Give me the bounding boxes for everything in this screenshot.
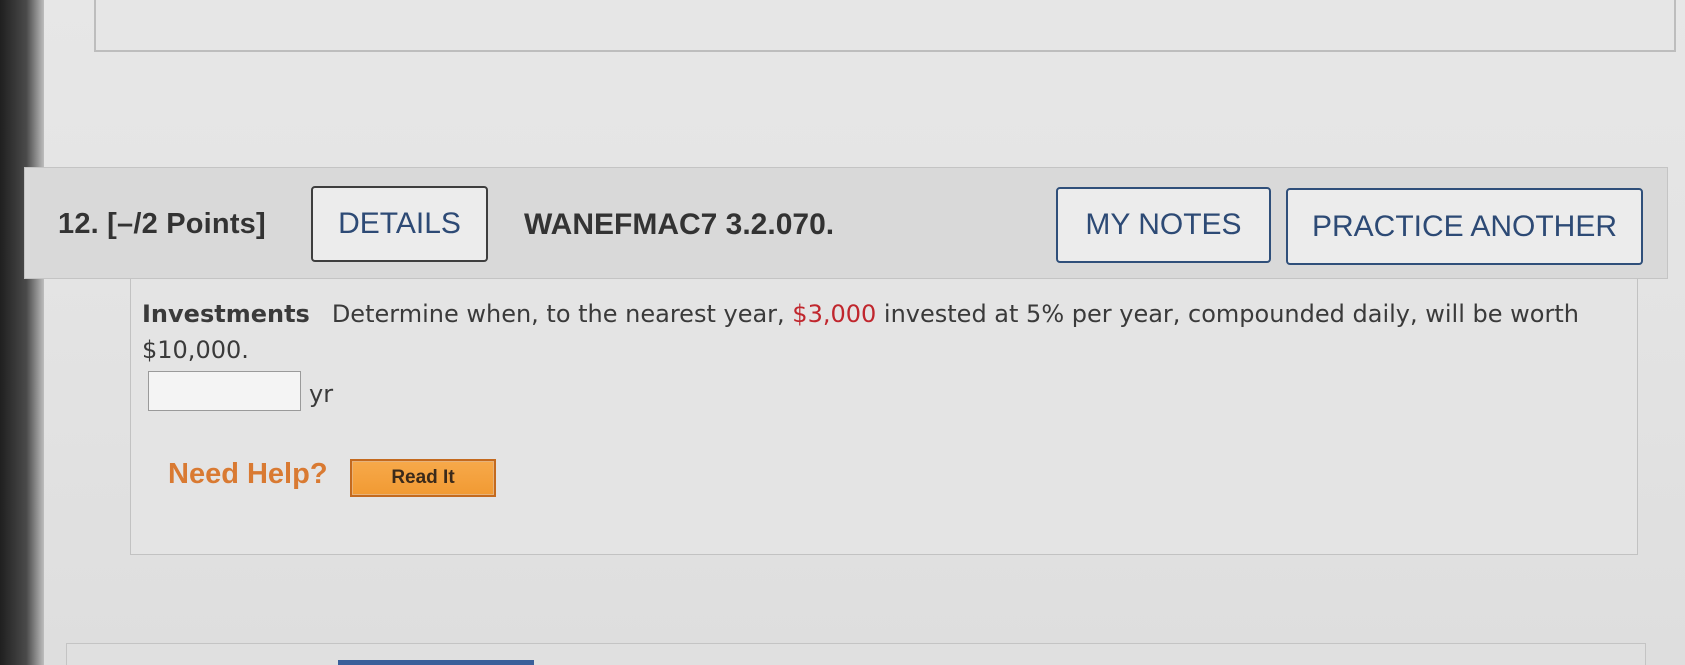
details-button[interactable]: DETAILS — [311, 186, 488, 262]
screen-bezel — [0, 0, 44, 665]
answer-unit-label: yr — [309, 380, 334, 408]
practice-another-button[interactable]: PRACTICE ANOTHER — [1286, 188, 1643, 265]
question-number-points: 12. [–/2 Points] — [58, 208, 266, 240]
problem-text-before: Determine when, to the nearest year, — [331, 300, 793, 328]
problem-topic: Investments — [142, 300, 310, 328]
read-it-button[interactable]: Read It — [350, 459, 496, 497]
question-code: WANEFMAC7 3.2.070. — [524, 208, 835, 241]
principal-amount: $3,000 — [792, 300, 877, 328]
next-question-tab — [338, 660, 534, 665]
previous-question-panel — [94, 0, 1676, 52]
problem-statement: Investments Determine when, to the neares… — [142, 296, 1582, 368]
answer-input[interactable] — [148, 371, 301, 411]
next-question-panel — [66, 643, 1646, 665]
need-help-label: Need Help? — [168, 458, 328, 490]
my-notes-button[interactable]: MY NOTES — [1056, 187, 1271, 263]
